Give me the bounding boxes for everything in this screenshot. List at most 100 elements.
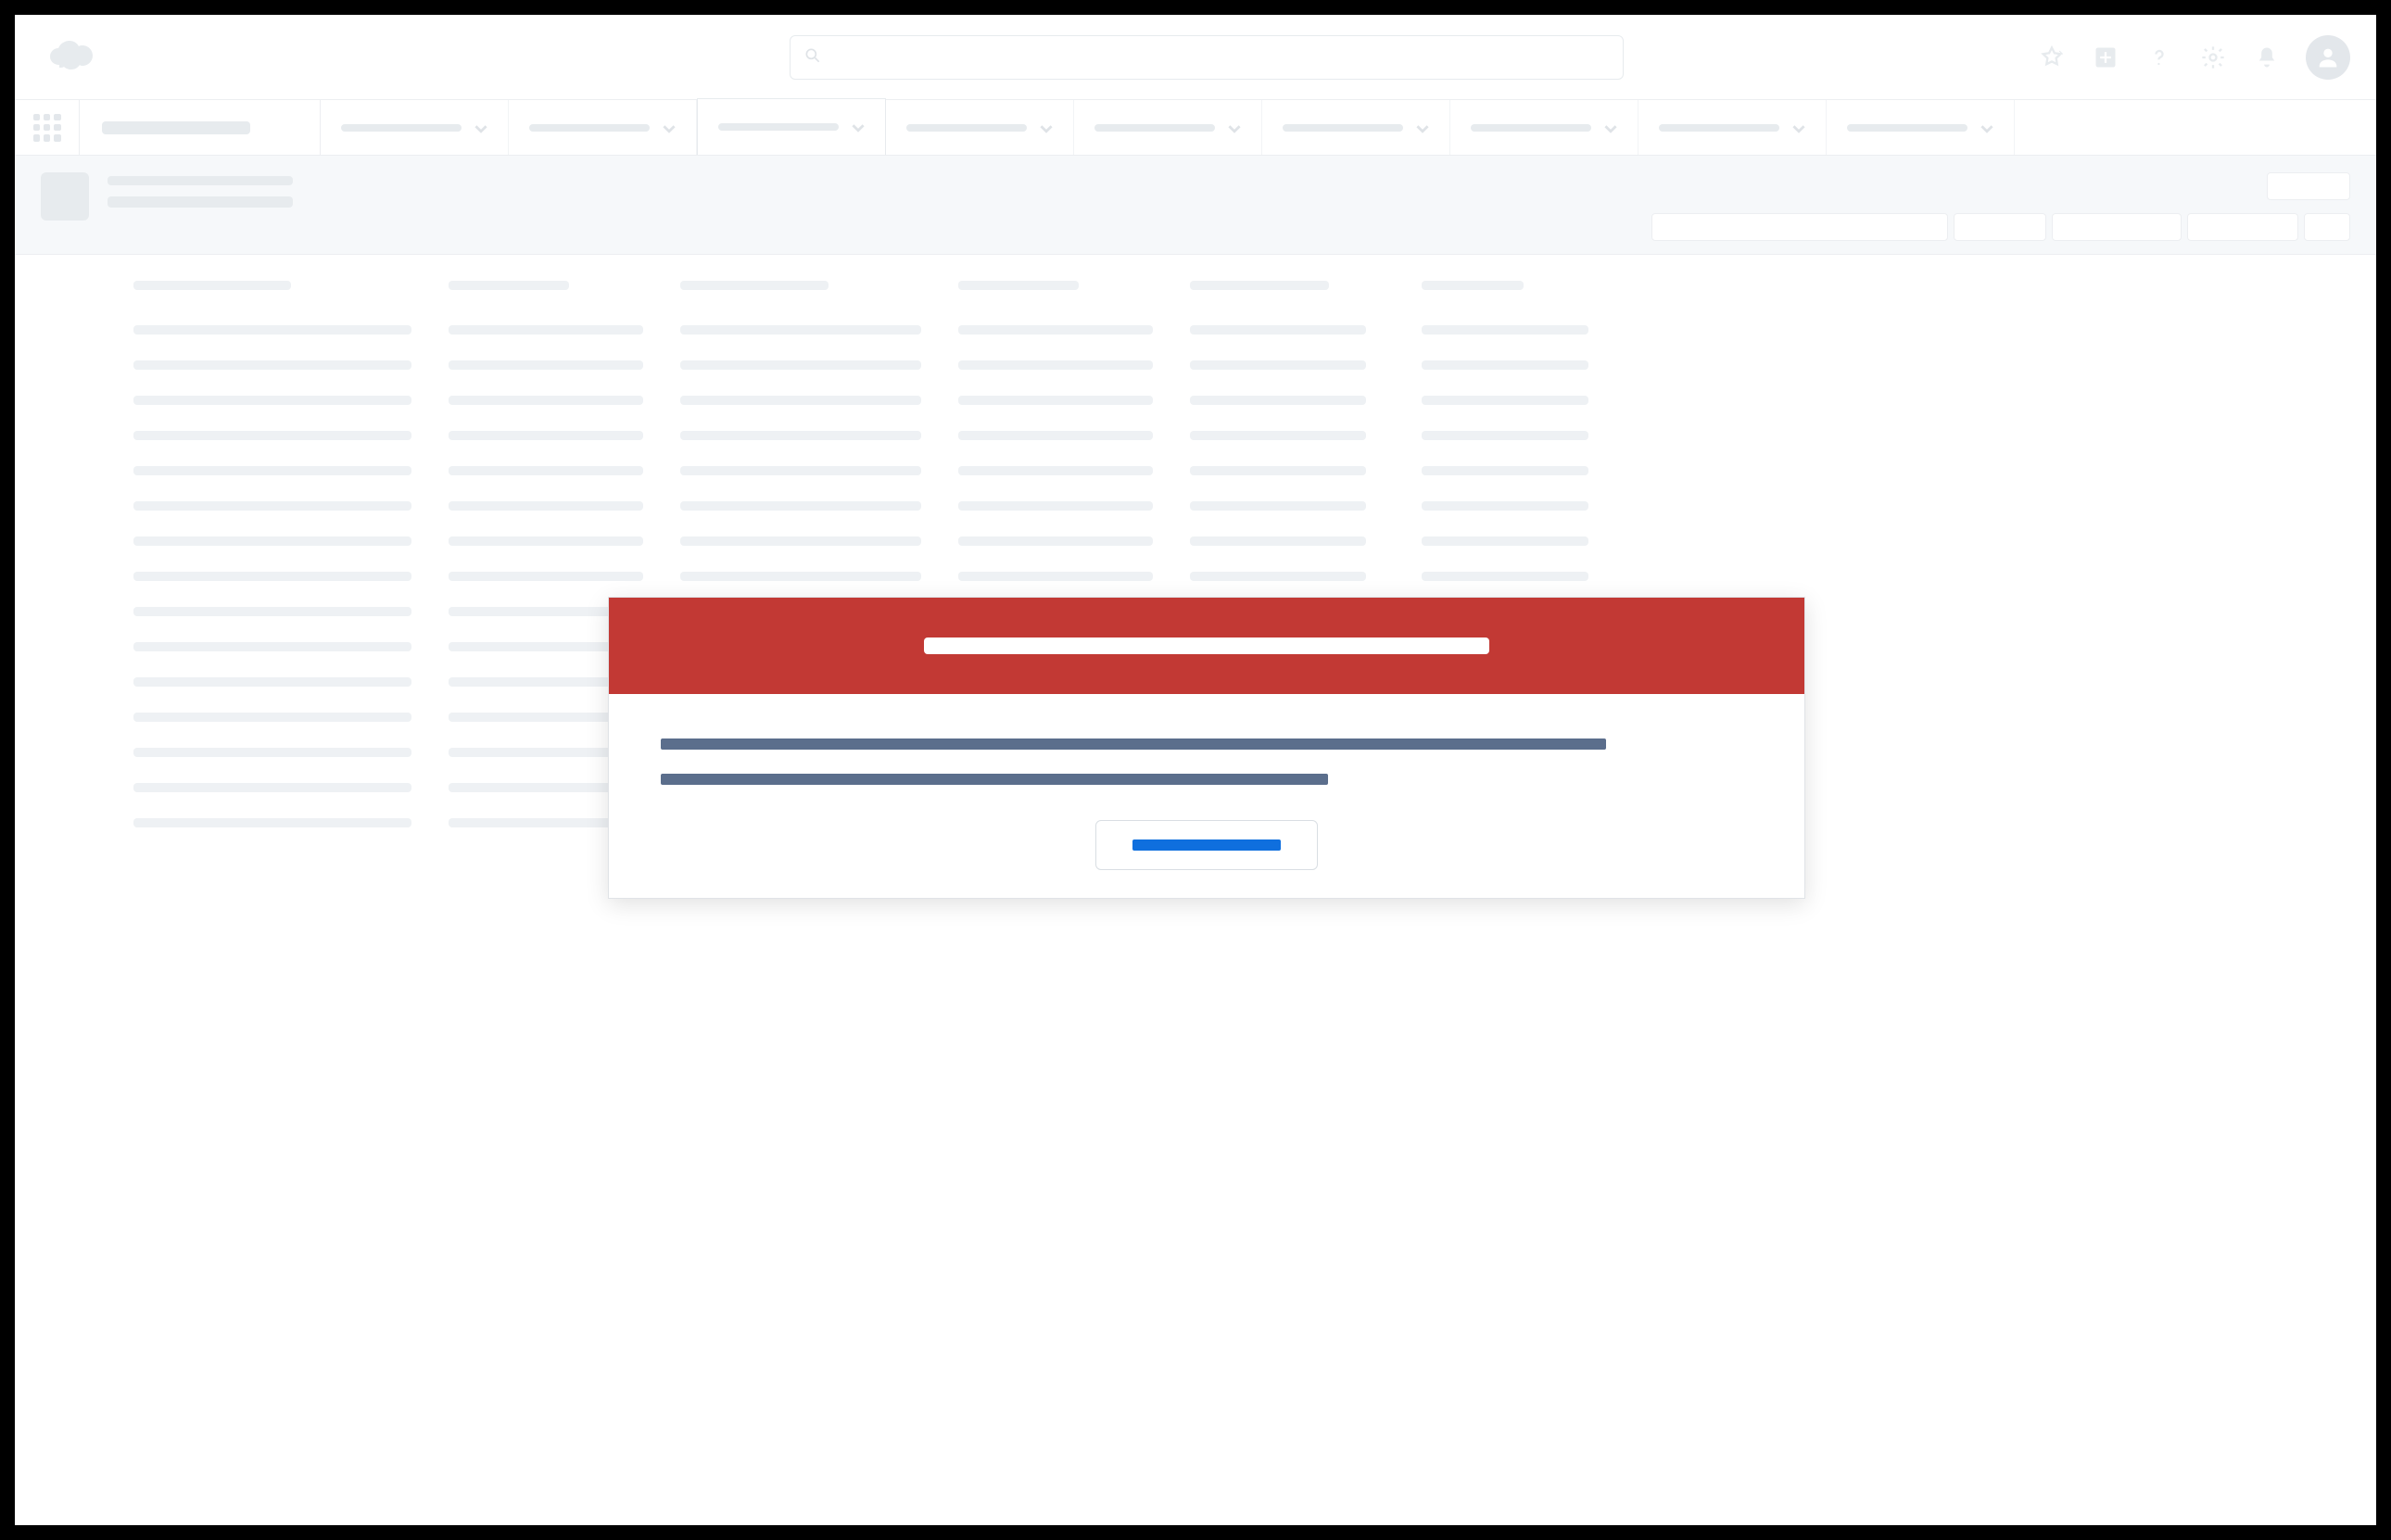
header-action-button[interactable] <box>2304 213 2350 241</box>
help-icon[interactable] <box>2144 43 2174 72</box>
modal-body-line <box>661 774 1328 785</box>
list-cell[interactable] <box>449 536 643 546</box>
settings-gear-icon[interactable] <box>2198 43 2228 72</box>
list-cell[interactable] <box>1190 572 1366 581</box>
list-cell[interactable] <box>133 713 411 722</box>
column-header[interactable] <box>1190 281 1329 290</box>
list-cell[interactable] <box>958 572 1153 581</box>
list-cell[interactable] <box>133 431 411 440</box>
nav-tab[interactable] <box>886 100 1074 155</box>
nav-tab-active[interactable] <box>697 98 886 155</box>
list-cell[interactable] <box>449 396 643 405</box>
list-cell[interactable] <box>133 572 411 581</box>
list-cell[interactable] <box>680 325 921 335</box>
list-cell[interactable] <box>133 325 411 335</box>
chevron-down-icon <box>1604 121 1617 134</box>
nav-tab[interactable] <box>509 100 697 155</box>
nav-tab[interactable] <box>321 100 509 155</box>
salesforce-logo-icon <box>41 37 100 78</box>
chevron-down-icon <box>663 121 676 134</box>
list-cell[interactable] <box>1422 501 1588 511</box>
action-label <box>2268 173 2269 174</box>
list-cell[interactable] <box>133 748 411 757</box>
profile-avatar-icon[interactable] <box>2306 35 2350 80</box>
list-cell[interactable] <box>958 501 1153 511</box>
record-type-icon <box>41 172 89 221</box>
list-cell[interactable] <box>680 466 921 475</box>
list-cell[interactable] <box>1190 325 1366 335</box>
modal-body-text <box>661 738 662 739</box>
app-launcher-icon[interactable] <box>15 100 80 155</box>
column-header[interactable] <box>133 281 291 290</box>
list-cell[interactable] <box>133 536 411 546</box>
list-cell[interactable] <box>1422 536 1588 546</box>
list-cell[interactable] <box>133 677 411 687</box>
list-cell[interactable] <box>680 431 921 440</box>
nav-tab[interactable] <box>1638 100 1827 155</box>
app-name <box>80 100 321 155</box>
list-cell[interactable] <box>1422 360 1588 370</box>
list-cell[interactable] <box>133 466 411 475</box>
action-label <box>2305 214 2306 215</box>
nav-tab[interactable] <box>1450 100 1638 155</box>
list-cell[interactable] <box>680 360 921 370</box>
list-cell[interactable] <box>449 325 643 335</box>
list-cell[interactable] <box>1422 325 1588 335</box>
list-cell[interactable] <box>133 396 411 405</box>
list-cell[interactable] <box>133 818 411 827</box>
list-cell[interactable] <box>133 501 411 511</box>
list-cell[interactable] <box>1422 431 1588 440</box>
column-header-text <box>1422 281 1423 282</box>
list-cell[interactable] <box>1190 360 1366 370</box>
modal-body-text <box>661 774 662 775</box>
list-cell[interactable] <box>958 466 1153 475</box>
list-cell[interactable] <box>1190 431 1366 440</box>
list-cell[interactable] <box>133 607 411 616</box>
list-cell[interactable] <box>680 396 921 405</box>
list-cell[interactable] <box>958 325 1153 335</box>
list-cell[interactable] <box>958 431 1153 440</box>
list-cell[interactable] <box>449 466 643 475</box>
modal-primary-button[interactable] <box>1095 820 1318 870</box>
column-header-text <box>958 281 959 282</box>
column-header[interactable] <box>449 281 569 290</box>
list-cell[interactable] <box>958 396 1153 405</box>
list-cell[interactable] <box>449 360 643 370</box>
list-cell[interactable] <box>1422 572 1588 581</box>
list-cell[interactable] <box>680 536 921 546</box>
modal-footer <box>609 803 1804 898</box>
list-cell[interactable] <box>958 360 1153 370</box>
list-cell[interactable] <box>1190 501 1366 511</box>
notifications-bell-icon[interactable] <box>2252 43 2282 72</box>
header-action-button[interactable] <box>2187 213 2298 241</box>
list-cell[interactable] <box>133 642 411 651</box>
header-action-button[interactable] <box>1651 213 1948 241</box>
column-header[interactable] <box>1422 281 1524 290</box>
list-cell[interactable] <box>1422 396 1588 405</box>
list-cell[interactable] <box>449 501 643 511</box>
nav-tab[interactable] <box>1262 100 1450 155</box>
list-cell[interactable] <box>449 572 643 581</box>
list-cell[interactable] <box>133 360 411 370</box>
column-header[interactable] <box>680 281 829 290</box>
list-cell[interactable] <box>1190 466 1366 475</box>
modal-body <box>609 694 1804 803</box>
header-action-button[interactable] <box>2052 213 2182 241</box>
list-cell[interactable] <box>680 501 921 511</box>
header-action-button[interactable] <box>1954 213 2046 241</box>
nav-tab[interactable] <box>1074 100 1262 155</box>
global-search[interactable] <box>790 35 1624 80</box>
list-cell[interactable] <box>958 536 1153 546</box>
app-nav-bar <box>15 100 2376 156</box>
header-action-button[interactable] <box>2267 172 2350 200</box>
add-icon[interactable] <box>2091 43 2120 72</box>
list-cell[interactable] <box>1190 536 1366 546</box>
favorite-icon[interactable] <box>2037 43 2067 72</box>
list-cell[interactable] <box>449 431 643 440</box>
column-header[interactable] <box>958 281 1079 290</box>
list-cell[interactable] <box>680 572 921 581</box>
list-cell[interactable] <box>1190 396 1366 405</box>
list-cell[interactable] <box>133 783 411 792</box>
nav-tab[interactable] <box>1827 100 2015 155</box>
list-cell[interactable] <box>1422 466 1588 475</box>
